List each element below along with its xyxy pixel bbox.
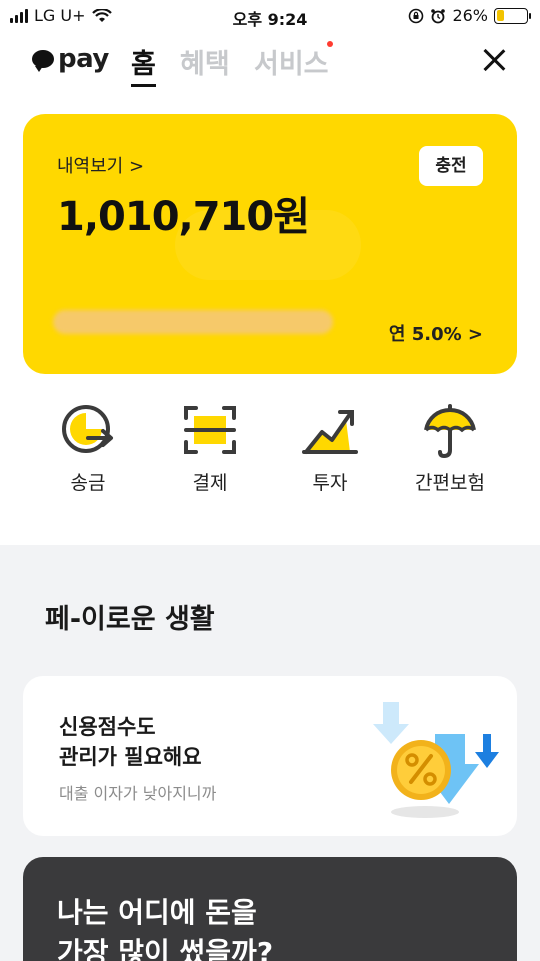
rotation-lock-icon — [409, 8, 424, 23]
scan-pay-icon — [180, 400, 240, 460]
spending-card[interactable]: 나는 어디에 돈을 가장 많이 썼을까? — [23, 857, 517, 961]
quick-actions: 송금 결제 투자 간편보험 — [0, 400, 540, 500]
credit-score-subtitle: 대출 이자가 낮아지니까 — [59, 784, 217, 803]
status-right: 26% — [408, 6, 531, 25]
speech-bubble-icon — [32, 50, 54, 72]
balance-card[interactable]: 내역보기 > 1,010,710원 충전 연 5.0% > — [23, 114, 517, 374]
send-money-icon — [58, 400, 118, 460]
new-badge-dot — [327, 41, 333, 47]
umbrella-icon — [420, 400, 480, 460]
history-link[interactable]: 내역보기 > — [57, 152, 144, 178]
alarm-icon — [431, 8, 446, 23]
action-insurance[interactable]: 간편보험 — [390, 400, 510, 495]
interest-down-icon — [373, 702, 499, 818]
kakaopay-logo: pay — [32, 44, 109, 74]
balance-amount: 1,010,710원 — [57, 194, 310, 240]
action-send[interactable]: 송금 — [28, 400, 148, 495]
action-pay-label: 결제 — [192, 472, 228, 494]
section-title: 페-이로운 생활 — [45, 604, 215, 635]
action-invest-label: 투자 — [312, 472, 348, 494]
action-send-label: 송금 — [70, 472, 106, 494]
tab-services[interactable]: 서비스 — [254, 42, 329, 81]
invest-chart-icon — [300, 400, 360, 460]
logo-text: pay — [58, 44, 109, 74]
battery-percent: 26% — [452, 6, 488, 25]
tab-home[interactable]: 홈 — [131, 42, 156, 87]
spending-card-title: 나는 어디에 돈을 가장 많이 썼을까? — [57, 896, 274, 961]
close-button[interactable] — [482, 48, 506, 72]
charge-button[interactable]: 충전 — [419, 146, 483, 186]
credit-score-card[interactable]: 신용점수도 관리가 필요해요 대출 이자가 낮아지니까 — [23, 676, 517, 836]
battery-icon — [494, 7, 531, 24]
action-invest[interactable]: 투자 — [270, 400, 390, 495]
action-insurance-label: 간편보험 — [415, 472, 485, 494]
credit-score-title: 신용점수도 관리가 필요해요 — [59, 715, 202, 769]
status-bar: LG U+ 오후 9:24 26% — [0, 0, 540, 34]
action-pay[interactable]: 결제 — [150, 400, 270, 495]
tab-benefits[interactable]: 혜택 — [180, 42, 230, 81]
interest-rate-link[interactable]: 연 5.0% > — [389, 320, 483, 346]
redacted-account — [53, 310, 333, 334]
top-nav: pay 홈 혜택 서비스 — [0, 40, 540, 87]
